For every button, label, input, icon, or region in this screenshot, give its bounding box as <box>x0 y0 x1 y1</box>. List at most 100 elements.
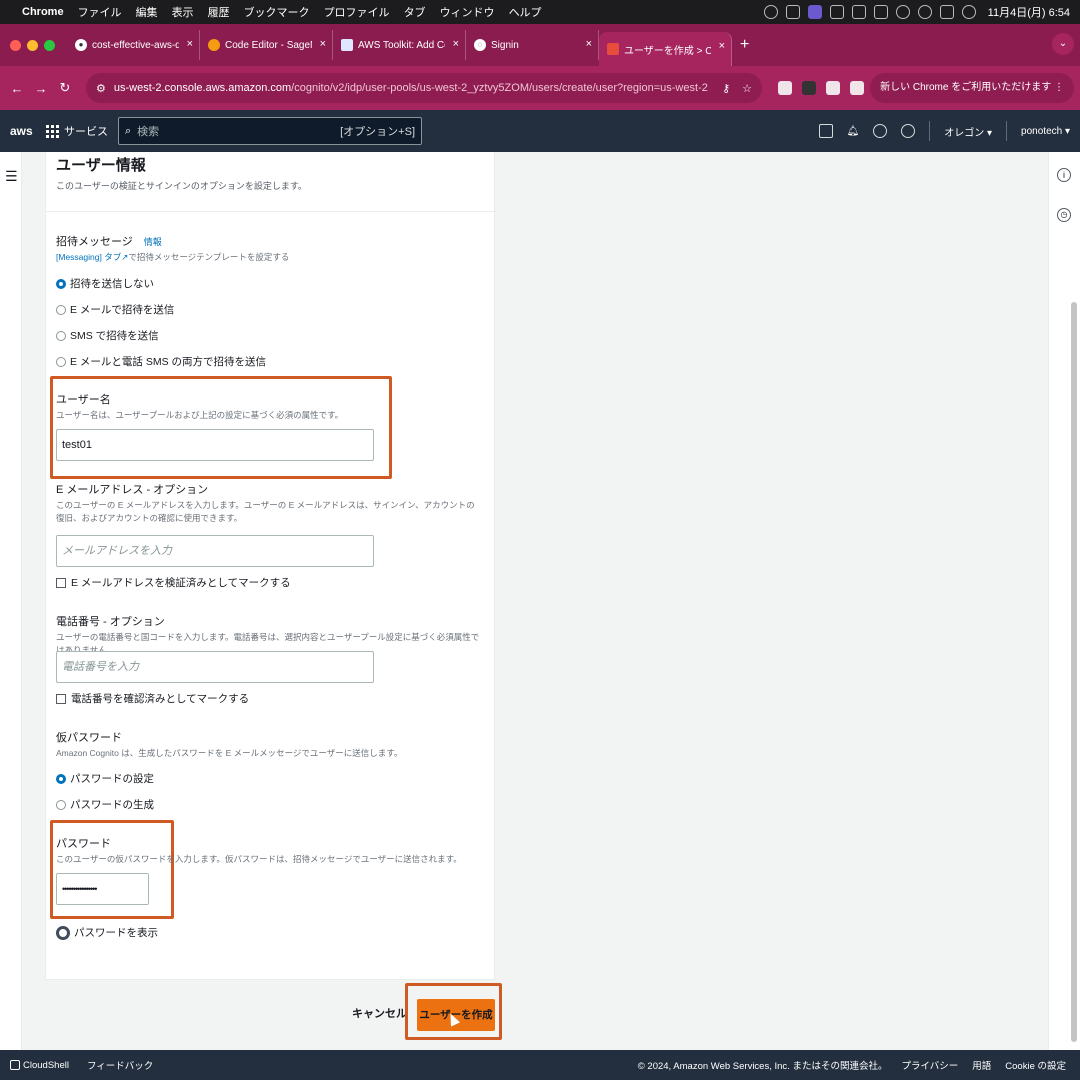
tab-search-chevron-icon[interactable]: ⌄ <box>1052 33 1074 55</box>
nav-divider <box>929 121 931 141</box>
url-path: /cognito/v2/idp/user-pools/us-west-2_yzt… <box>291 82 708 94</box>
close-tab-icon[interactable]: × <box>320 38 326 50</box>
panel-title: ユーザー情報 <box>56 157 146 174</box>
hamburger-menu-icon[interactable]: ☰ <box>5 168 18 185</box>
cloudshell-icon[interactable] <box>818 124 833 138</box>
zoom-window-button[interactable] <box>44 39 55 51</box>
battery-icon[interactable] <box>851 5 866 19</box>
browser-tab-aws-toolkit[interactable]: AWS Toolkit: Add Connection × <box>333 30 466 60</box>
extension-icon[interactable] <box>850 81 864 95</box>
notification-icon[interactable] <box>829 5 844 19</box>
back-arrow-icon[interactable]: ← <box>10 81 24 96</box>
phone-verified-checkbox[interactable]: 電話番号を確認済みとしてマークする <box>56 691 249 706</box>
nav-divider <box>1006 121 1008 141</box>
menu-tab[interactable]: タブ <box>404 4 426 20</box>
extension-icon[interactable] <box>802 81 816 95</box>
username-input[interactable]: test01 <box>56 429 374 461</box>
site-info-icon[interactable]: ⚙ <box>96 82 106 95</box>
radio-unselected-icon <box>56 356 66 367</box>
status-app-icon[interactable] <box>763 5 778 19</box>
radio-no-invite[interactable]: 招待を送信しない <box>56 276 154 291</box>
new-tab-plus-icon[interactable]: + <box>740 36 749 54</box>
search-icon: ⌕ <box>125 124 132 137</box>
menu-app[interactable]: Chrome <box>22 6 64 18</box>
radio-email-and-sms-invite[interactable]: E メールと電話 SMS の両方で招待を送信 <box>56 354 266 369</box>
close-tab-icon[interactable]: × <box>187 38 193 50</box>
menu-bar-clock[interactable]: 11月4日(月) 6:54 <box>988 4 1070 20</box>
browser-tab-github[interactable]: ● cost-effective-aws-deployme × <box>67 30 200 60</box>
show-password-toggle[interactable]: パスワードを表示 <box>56 925 158 940</box>
email-verified-checkbox[interactable]: E メールアドレスを検証済みとしてマークする <box>56 575 291 590</box>
close-tab-icon[interactable]: × <box>586 38 592 50</box>
services-menu-button[interactable]: サービス <box>46 123 108 139</box>
console-nav-actions: 🔔︎ オレゴン ▾ ponotech ▾ <box>818 110 1070 152</box>
invite-info-link[interactable]: 情報 <box>144 237 162 247</box>
checkbox-unchecked-icon <box>56 577 66 588</box>
radio-set-password[interactable]: パスワードの設定 <box>56 771 154 786</box>
notifications-bell-icon[interactable]: 🔔︎ <box>847 126 860 137</box>
terms-link[interactable]: 用語 <box>972 1058 991 1072</box>
close-window-button[interactable] <box>10 39 21 51</box>
browser-tab-signin[interactable]: ◌ Signin × <box>466 30 599 60</box>
menu-edit[interactable]: 編集 <box>136 4 158 20</box>
cancel-button[interactable]: キャンセル <box>352 1005 407 1021</box>
region-selector[interactable]: オレゴン ▾ <box>944 124 992 139</box>
feedback-link[interactable]: フィードバック <box>87 1058 153 1072</box>
info-icon[interactable]: i <box>1057 168 1071 182</box>
history-icon[interactable]: ◷ <box>1057 208 1071 222</box>
account-menu[interactable]: ponotech ▾ <box>1021 126 1070 137</box>
menu-window[interactable]: ウィンドウ <box>440 4 495 20</box>
address-bar[interactable]: ⚙ us-west-2.console.aws.amazon.com/cogni… <box>86 73 762 103</box>
menu-file[interactable]: ファイル <box>78 4 122 20</box>
browser-tab-sagemaker[interactable]: Code Editor - SageMaker Stu × <box>200 30 333 60</box>
menu-profile[interactable]: プロファイル <box>324 4 390 20</box>
radio-sms-invite[interactable]: SMS で招待を送信 <box>56 328 159 343</box>
reload-icon[interactable]: ↻ <box>58 80 72 96</box>
close-tab-icon[interactable]: × <box>719 40 725 52</box>
radio-unselected-icon <box>56 799 66 810</box>
close-tab-icon[interactable]: × <box>453 38 459 50</box>
radio-email-invite[interactable]: E メールで招待を送信 <box>56 302 174 317</box>
browser-tab-create-user[interactable]: ユーザーを作成 > ComfyUIuse × <box>599 32 732 66</box>
password-key-icon[interactable]: ⚷ <box>722 82 730 95</box>
cloudshell-icon <box>10 1060 20 1070</box>
forward-arrow-icon[interactable]: → <box>34 81 48 96</box>
status-app-icon[interactable] <box>807 5 822 19</box>
minimize-window-button[interactable] <box>27 39 38 51</box>
radio-generate-password[interactable]: パスワードの生成 <box>56 797 154 812</box>
aws-logo[interactable]: aws <box>10 124 34 138</box>
checkbox-label: E メールアドレスを検証済みとしてマークする <box>71 577 291 589</box>
page-scrollbar[interactable] <box>1071 302 1077 1042</box>
chrome-update-button[interactable]: 新しい Chrome をご利用いただけます ⋮ <box>870 73 1074 103</box>
username-description: ユーザー名は、ユーザープールおよび上記の設定に基づく必須の属性です。 <box>56 410 344 420</box>
settings-gear-icon[interactable] <box>901 124 916 138</box>
footer-links: © 2024, Amazon Web Services, Inc. またはその関… <box>638 1050 1066 1080</box>
siri-icon[interactable] <box>961 5 976 19</box>
toggle-switch-icon <box>56 925 70 940</box>
wifi-icon[interactable] <box>895 5 910 19</box>
phone-label: 電話番号 - オプション <box>56 616 165 628</box>
menu-bookmarks[interactable]: ブックマーク <box>244 4 310 20</box>
status-app-icon[interactable] <box>785 5 800 19</box>
spotlight-search-icon[interactable] <box>917 5 932 19</box>
help-icon[interactable] <box>873 124 888 138</box>
phone-input[interactable]: 電話番号を入力 <box>56 651 374 683</box>
username-label: ユーザー名 <box>56 394 111 406</box>
extension-icon[interactable] <box>826 81 840 95</box>
cookie-settings-link[interactable]: Cookie の設定 <box>1005 1058 1066 1072</box>
privacy-link[interactable]: プライバシー <box>901 1058 958 1072</box>
console-search-input[interactable]: ⌕ 検索 [オプション+S] <box>118 117 422 145</box>
input-method-icon[interactable] <box>873 5 888 19</box>
menu-help[interactable]: ヘルプ <box>509 4 542 20</box>
control-center-icon[interactable] <box>939 5 954 19</box>
menu-history[interactable]: 履歴 <box>208 4 230 20</box>
messaging-tab-link[interactable]: [Messaging] タブ <box>56 252 121 262</box>
cloudshell-button[interactable]: CloudShell <box>10 1060 69 1071</box>
extension-icon[interactable] <box>778 81 792 95</box>
menu-view[interactable]: 表示 <box>172 4 194 20</box>
email-label: E メールアドレス - オプション <box>56 484 209 496</box>
radio-label: SMS で招待を送信 <box>70 330 159 342</box>
bookmark-star-icon[interactable]: ☆ <box>742 82 752 95</box>
email-input[interactable]: メールアドレスを入力 <box>56 535 374 567</box>
password-input[interactable]: •••••••••••••••• <box>56 873 149 905</box>
